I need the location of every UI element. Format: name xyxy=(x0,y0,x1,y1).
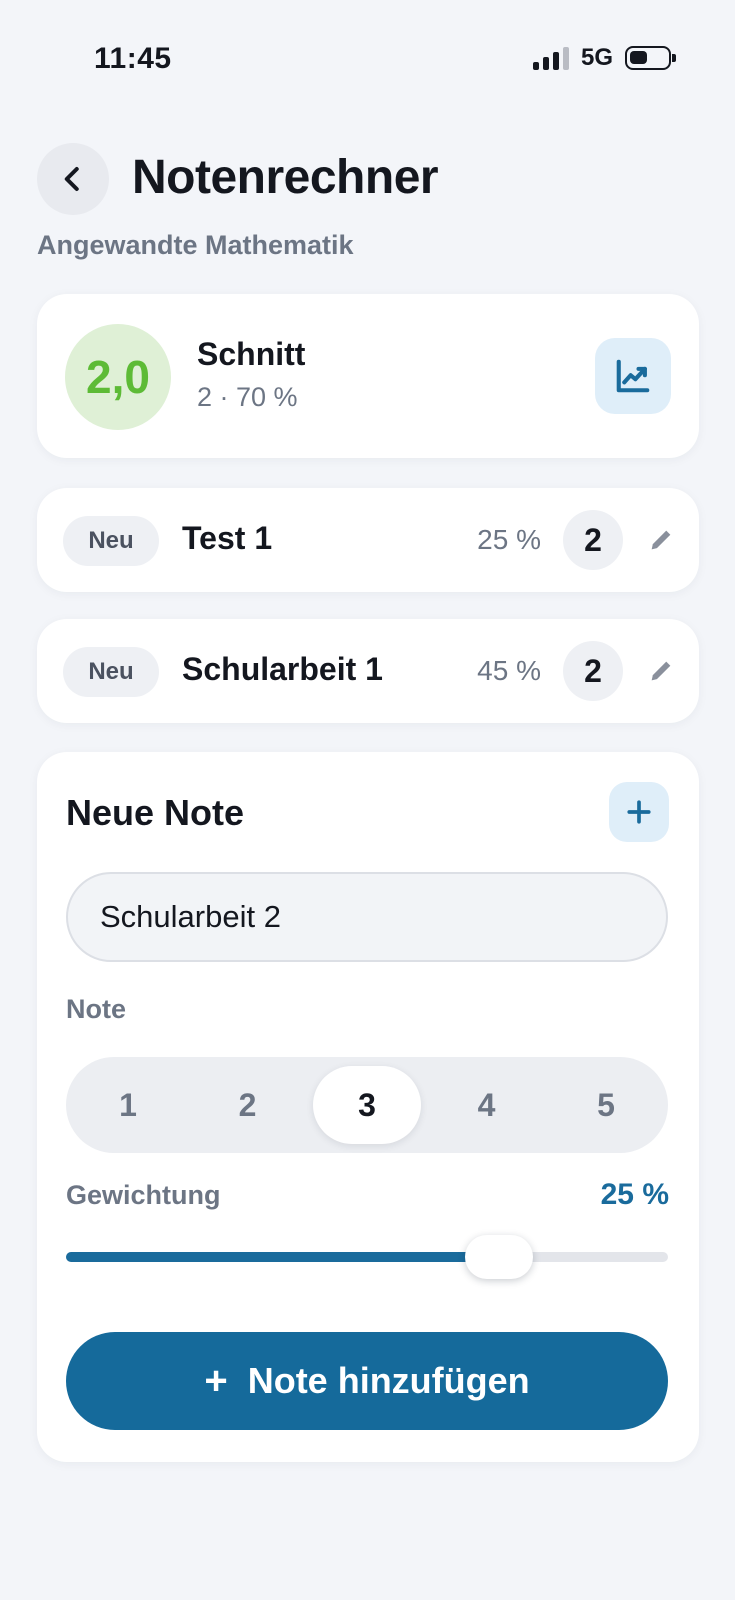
weight-value: 25 % xyxy=(600,1178,669,1211)
edit-button[interactable] xyxy=(647,526,675,554)
grade-selector: 1 2 3 4 5 xyxy=(66,1057,668,1153)
grade-name: Schularbeit 1 xyxy=(182,651,383,687)
average-detail: 2 · 70 % xyxy=(197,382,298,412)
screen: 11:45 5G Notenrechner Angewandte Mathema… xyxy=(0,0,735,1600)
back-button[interactable] xyxy=(37,143,109,215)
pencil-icon xyxy=(651,530,671,550)
grade-label: Note xyxy=(66,994,126,1024)
average-label: Schnitt xyxy=(197,336,306,372)
new-grade-card: Neue Note Note 1 2 3 4 5 Gewichtung 25 %… xyxy=(37,752,699,1462)
plus-icon xyxy=(627,800,651,824)
network-type: 5G xyxy=(580,44,613,71)
grade-option-1[interactable]: 1 xyxy=(74,1066,182,1144)
battery-icon xyxy=(625,46,676,70)
average-summary-card: 2,0 Schnitt 2 · 70 % xyxy=(37,294,699,458)
status-time: 11:45 xyxy=(94,42,172,75)
grade-row[interactable]: Neu Schularbeit 1 45 % 2 xyxy=(37,619,699,723)
grade-value: 2 xyxy=(563,641,623,701)
chevron-left-icon xyxy=(64,167,79,191)
average-grade-circle: 2,0 xyxy=(65,324,171,430)
status-badge: Neu xyxy=(63,647,159,697)
grade-weight: 45 % xyxy=(477,655,541,686)
grade-name: Test 1 xyxy=(182,520,273,556)
grade-weight: 25 % xyxy=(477,524,541,555)
page-title: Notenrechner xyxy=(132,151,439,204)
trending-chart-icon xyxy=(616,359,650,393)
grade-row[interactable]: Neu Test 1 25 % 2 xyxy=(37,488,699,592)
status-bar: 11:45 5G xyxy=(0,0,735,120)
grade-option-5[interactable]: 5 xyxy=(552,1066,660,1144)
plus-icon: + xyxy=(204,1359,228,1403)
grade-value: 2 xyxy=(563,510,623,570)
grade-option-4[interactable]: 4 xyxy=(433,1066,541,1144)
pencil-icon xyxy=(651,661,671,681)
chart-button[interactable] xyxy=(595,338,671,414)
grade-name-input[interactable] xyxy=(66,872,668,962)
weight-label: Gewichtung xyxy=(66,1180,221,1210)
add-grade-button[interactable]: + Note hinzufügen xyxy=(66,1332,668,1430)
grade-option-2[interactable]: 2 xyxy=(194,1066,302,1144)
status-badge: Neu xyxy=(63,516,159,566)
subject-subtitle: Angewandte Mathematik xyxy=(37,230,354,260)
status-indicators: 5G xyxy=(532,44,676,72)
edit-button[interactable] xyxy=(647,657,675,685)
slider-thumb[interactable] xyxy=(465,1235,534,1279)
expand-add-button[interactable] xyxy=(609,782,669,842)
signal-icon xyxy=(532,46,569,70)
slider-fill xyxy=(66,1252,500,1262)
add-grade-label: Note hinzufügen xyxy=(247,1360,530,1401)
grade-option-3[interactable]: 3 xyxy=(313,1066,421,1144)
weight-slider[interactable] xyxy=(66,1235,668,1279)
new-grade-title: Neue Note xyxy=(66,792,245,833)
